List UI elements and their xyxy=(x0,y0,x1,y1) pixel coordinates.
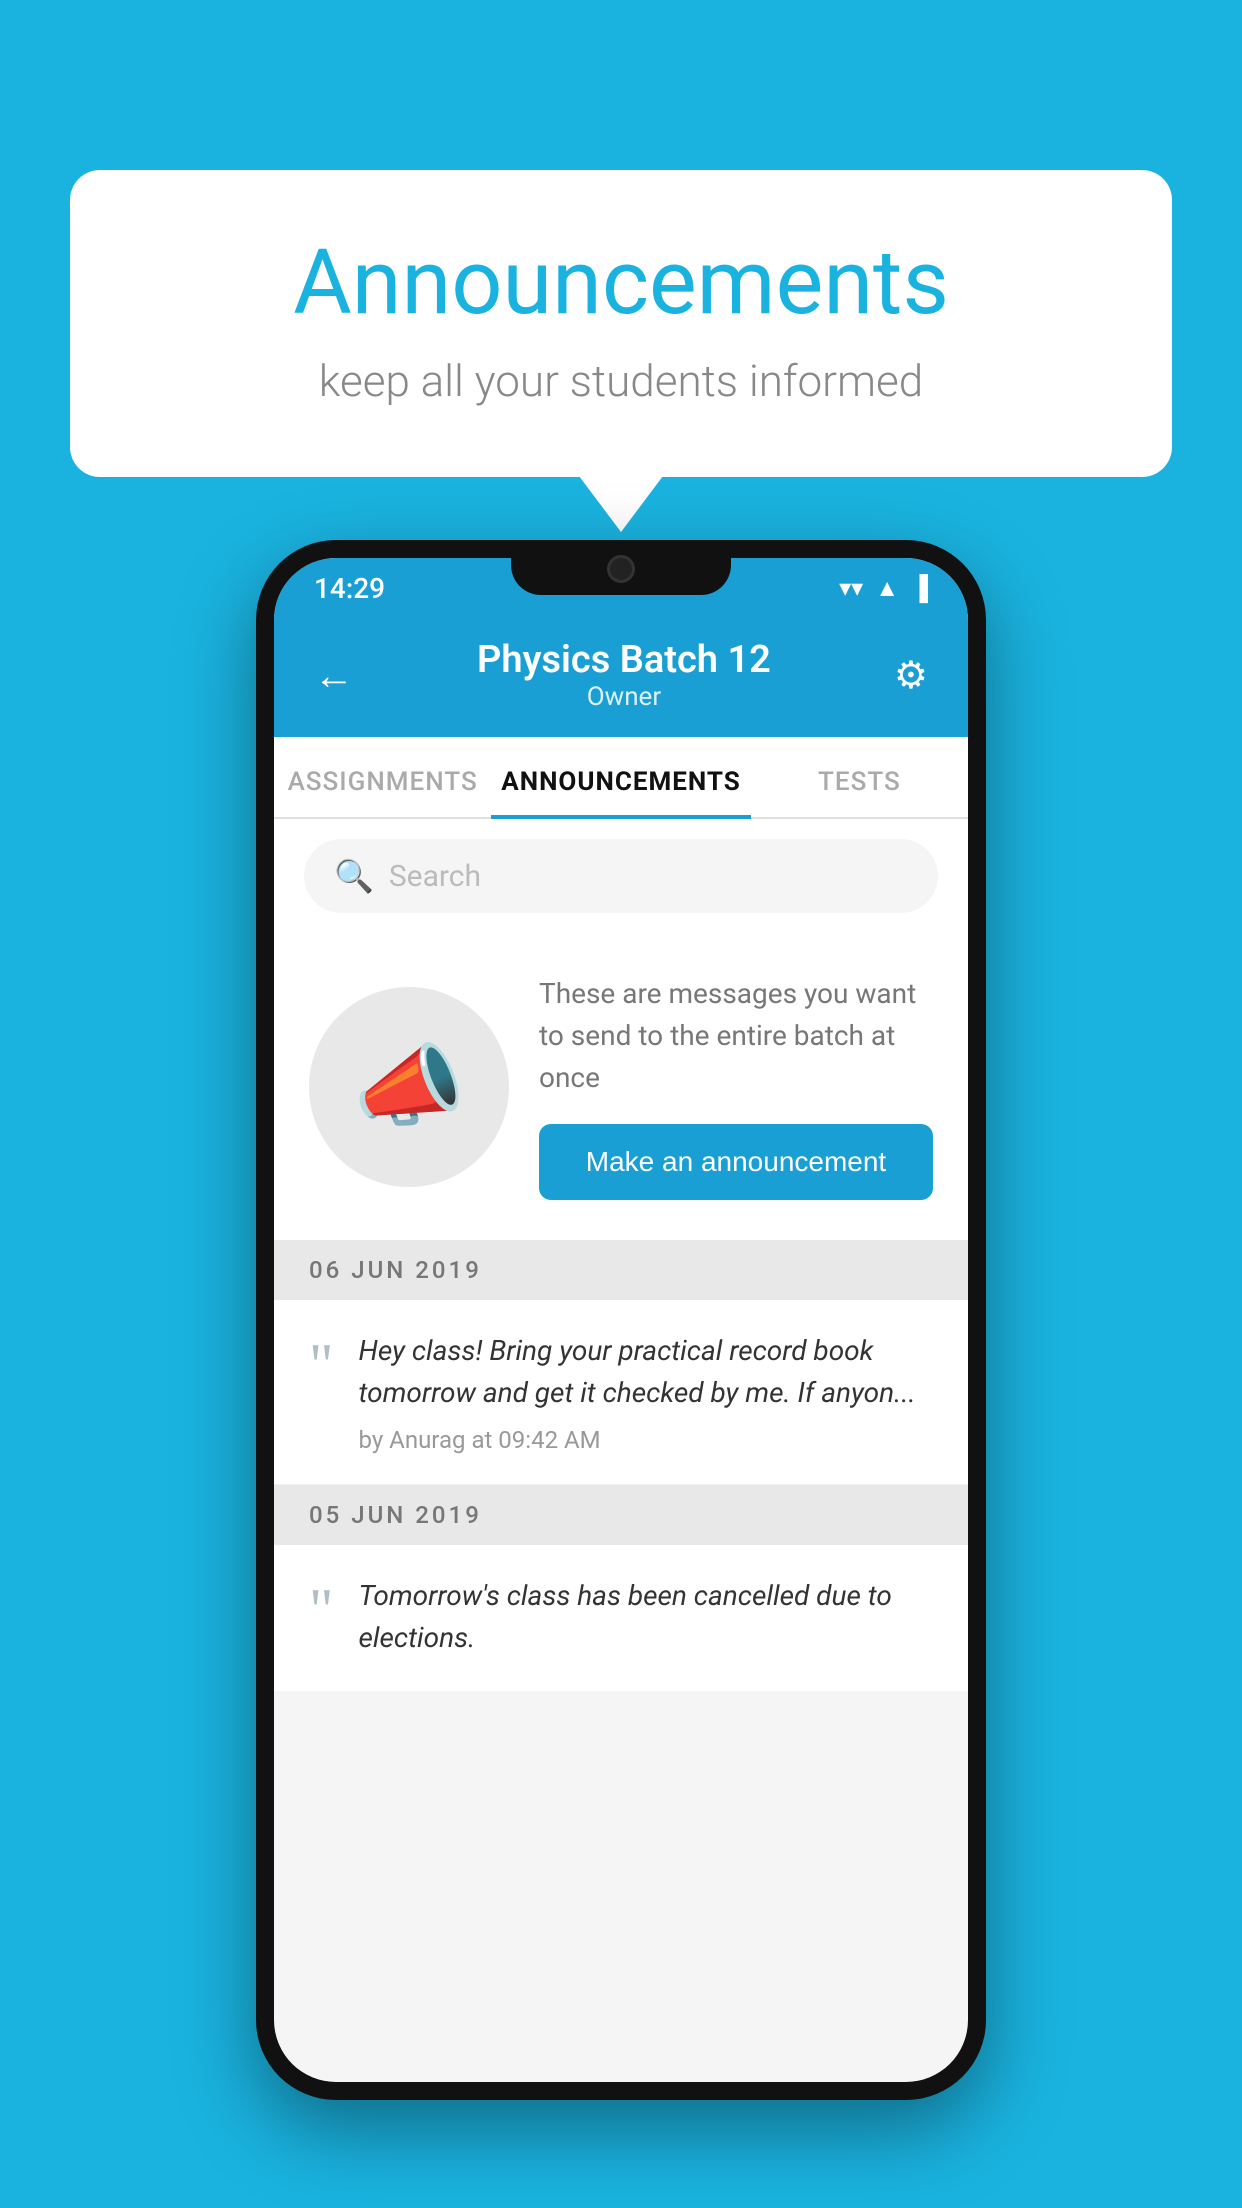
settings-icon[interactable]: ⚙ xyxy=(894,653,928,698)
make-announcement-button[interactable]: Make an announcement xyxy=(539,1124,933,1200)
phone-mockup: 14:29 ▾▾ ▲ ▐ ← Physics Batch 12 Owner ⚙ xyxy=(256,540,986,2100)
tab-assignments[interactable]: ASSIGNMENTS xyxy=(274,737,491,817)
tabs-bar: ASSIGNMENTS ANNOUNCEMENTS TESTS xyxy=(274,737,968,819)
promo-content: These are messages you want to send to t… xyxy=(539,973,933,1200)
announcement-meta-1: by Anurag at 09:42 AM xyxy=(359,1426,934,1454)
announcement-item-2[interactable]: " Tomorrow's class has been cancelled du… xyxy=(274,1545,968,1691)
search-bar[interactable]: 🔍 Search xyxy=(304,839,938,913)
promo-section: 📣 These are messages you want to send to… xyxy=(274,933,968,1240)
speech-bubble-section: Announcements keep all your students inf… xyxy=(70,170,1172,477)
announcement-item-1[interactable]: " Hey class! Bring your practical record… xyxy=(274,1300,968,1485)
phone-notch xyxy=(511,540,731,595)
announcement-content-2: Tomorrow's class has been cancelled due … xyxy=(359,1575,934,1671)
megaphone-icon: 📣 xyxy=(353,1034,465,1139)
search-placeholder: Search xyxy=(389,859,481,894)
app-header: ← Physics Batch 12 Owner ⚙ xyxy=(274,618,968,737)
tab-announcements[interactable]: ANNOUNCEMENTS xyxy=(491,737,750,817)
status-icons: ▾▾ ▲ ▐ xyxy=(839,574,928,603)
signal-icon: ▲ xyxy=(875,574,899,603)
date-separator-1: 06 JUN 2019 xyxy=(274,1240,968,1300)
quote-icon-1: " xyxy=(309,1335,334,1395)
quote-icon-2: " xyxy=(309,1580,334,1640)
promo-description: These are messages you want to send to t… xyxy=(539,973,933,1099)
search-container: 🔍 Search xyxy=(274,819,968,933)
announcement-text-1: Hey class! Bring your practical record b… xyxy=(359,1330,934,1414)
phone-body: 14:29 ▾▾ ▲ ▐ ← Physics Batch 12 Owner ⚙ xyxy=(256,540,986,2100)
phone-screen: 14:29 ▾▾ ▲ ▐ ← Physics Batch 12 Owner ⚙ xyxy=(274,558,968,2082)
tab-tests[interactable]: TESTS xyxy=(751,737,968,817)
header-subtitle: Owner xyxy=(477,682,771,712)
phone-camera xyxy=(607,555,635,583)
speech-bubble-title: Announcements xyxy=(150,230,1092,335)
status-time: 14:29 xyxy=(314,572,385,605)
back-button[interactable]: ← xyxy=(314,652,354,699)
announcement-content-1: Hey class! Bring your practical record b… xyxy=(359,1330,934,1454)
search-icon: 🔍 xyxy=(334,857,374,895)
speech-bubble: Announcements keep all your students inf… xyxy=(70,170,1172,477)
date-separator-2: 05 JUN 2019 xyxy=(274,1485,968,1545)
announcement-icon-circle: 📣 xyxy=(309,987,509,1187)
speech-bubble-subtitle: keep all your students informed xyxy=(150,355,1092,407)
header-title: Physics Batch 12 xyxy=(477,638,771,682)
battery-icon: ▐ xyxy=(911,574,928,603)
wifi-icon: ▾▾ xyxy=(839,574,863,602)
header-title-group: Physics Batch 12 Owner xyxy=(477,638,771,712)
announcement-text-2: Tomorrow's class has been cancelled due … xyxy=(359,1575,934,1659)
